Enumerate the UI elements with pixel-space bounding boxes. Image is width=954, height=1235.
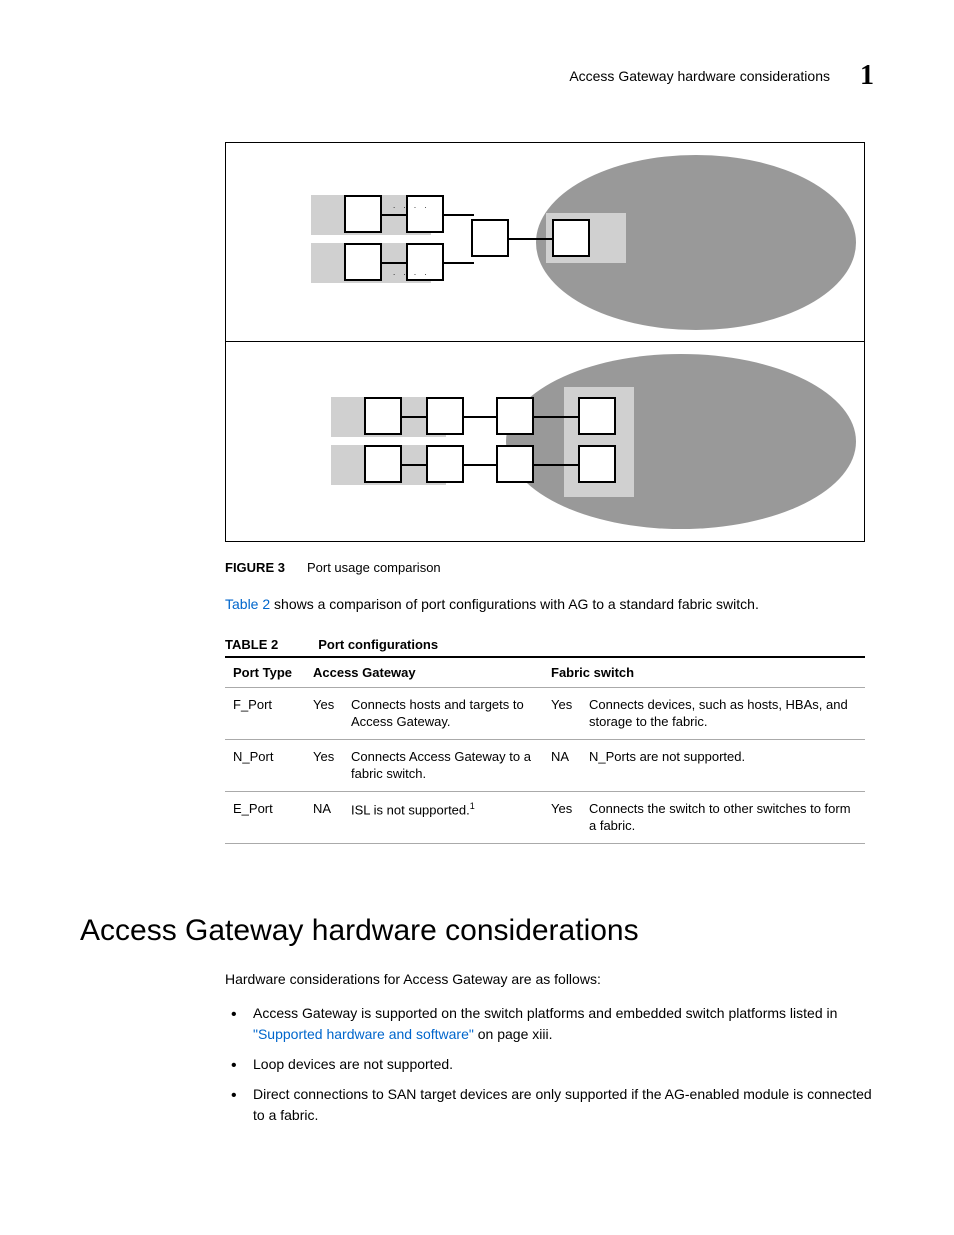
cell-fs-yn: NA: [543, 739, 581, 791]
list-item: Loop devices are not supported.: [225, 1054, 874, 1074]
cell-port-type: E_Port: [225, 791, 305, 843]
cell-port-type: N_Port: [225, 739, 305, 791]
cell-ag-yn: NA: [305, 791, 343, 843]
table-caption-text: Port configurations: [318, 637, 438, 652]
running-header: Access Gateway hardware considerations 1: [80, 60, 874, 92]
cell-fs-yn: Yes: [543, 791, 581, 843]
diagram-top: . . . . . . . .: [226, 143, 864, 342]
figure-caption-text: Port usage comparison: [307, 560, 441, 575]
cell-ag-desc: Connects Access Gateway to a fabric swit…: [343, 739, 543, 791]
para-text: shows a comparison of port configuration…: [270, 596, 759, 612]
header-text: Access Gateway hardware considerations: [569, 68, 830, 84]
list-item: Direct connections to SAN target devices…: [225, 1084, 874, 1125]
list-item: Access Gateway is supported on the switc…: [225, 1003, 874, 1044]
table-row: N_Port Yes Connects Access Gateway to a …: [225, 739, 865, 791]
cell-ag-yn: Yes: [305, 739, 343, 791]
table-ref-link[interactable]: Table 2: [225, 596, 270, 612]
paragraph-table-intro: Table 2 shows a comparison of port confi…: [225, 595, 874, 615]
cell-ag-desc: Connects hosts and targets to Access Gat…: [343, 687, 543, 739]
figure-diagram: . . . . . . . .: [225, 142, 865, 542]
cell-fs-yn: Yes: [543, 687, 581, 739]
bullet-list: Access Gateway is supported on the switc…: [225, 1003, 874, 1124]
diagram-bottom: [226, 342, 864, 541]
figure-caption: FIGURE 3 Port usage comparison: [225, 560, 874, 575]
figure-label: FIGURE 3: [225, 560, 285, 575]
intro-paragraph: Hardware considerations for Access Gatew…: [225, 970, 874, 990]
th-port-type: Port Type: [225, 657, 305, 688]
table-caption: TABLE 2 Port configurations: [225, 637, 874, 652]
table-label: TABLE 2: [225, 637, 278, 652]
cell-ag-yn: Yes: [305, 687, 343, 739]
cell-fs-desc: N_Ports are not supported.: [581, 739, 865, 791]
cell-port-type: F_Port: [225, 687, 305, 739]
cell-fs-desc: Connects the switch to other switches to…: [581, 791, 865, 843]
chapter-number: 1: [860, 60, 874, 92]
th-fabric-switch: Fabric switch: [543, 657, 865, 688]
table-row: E_Port NA ISL is not supported.1 Yes Con…: [225, 791, 865, 843]
th-access-gateway: Access Gateway: [305, 657, 543, 688]
section-heading: Access Gateway hardware considerations: [80, 914, 874, 948]
cell-fs-desc: Connects devices, such as hosts, HBAs, a…: [581, 687, 865, 739]
port-config-table: Port Type Access Gateway Fabric switch F…: [225, 656, 865, 844]
supported-hw-link[interactable]: "Supported hardware and software": [253, 1026, 474, 1042]
table-row: F_Port Yes Connects hosts and targets to…: [225, 687, 865, 739]
cell-ag-desc: ISL is not supported.1: [343, 791, 543, 843]
